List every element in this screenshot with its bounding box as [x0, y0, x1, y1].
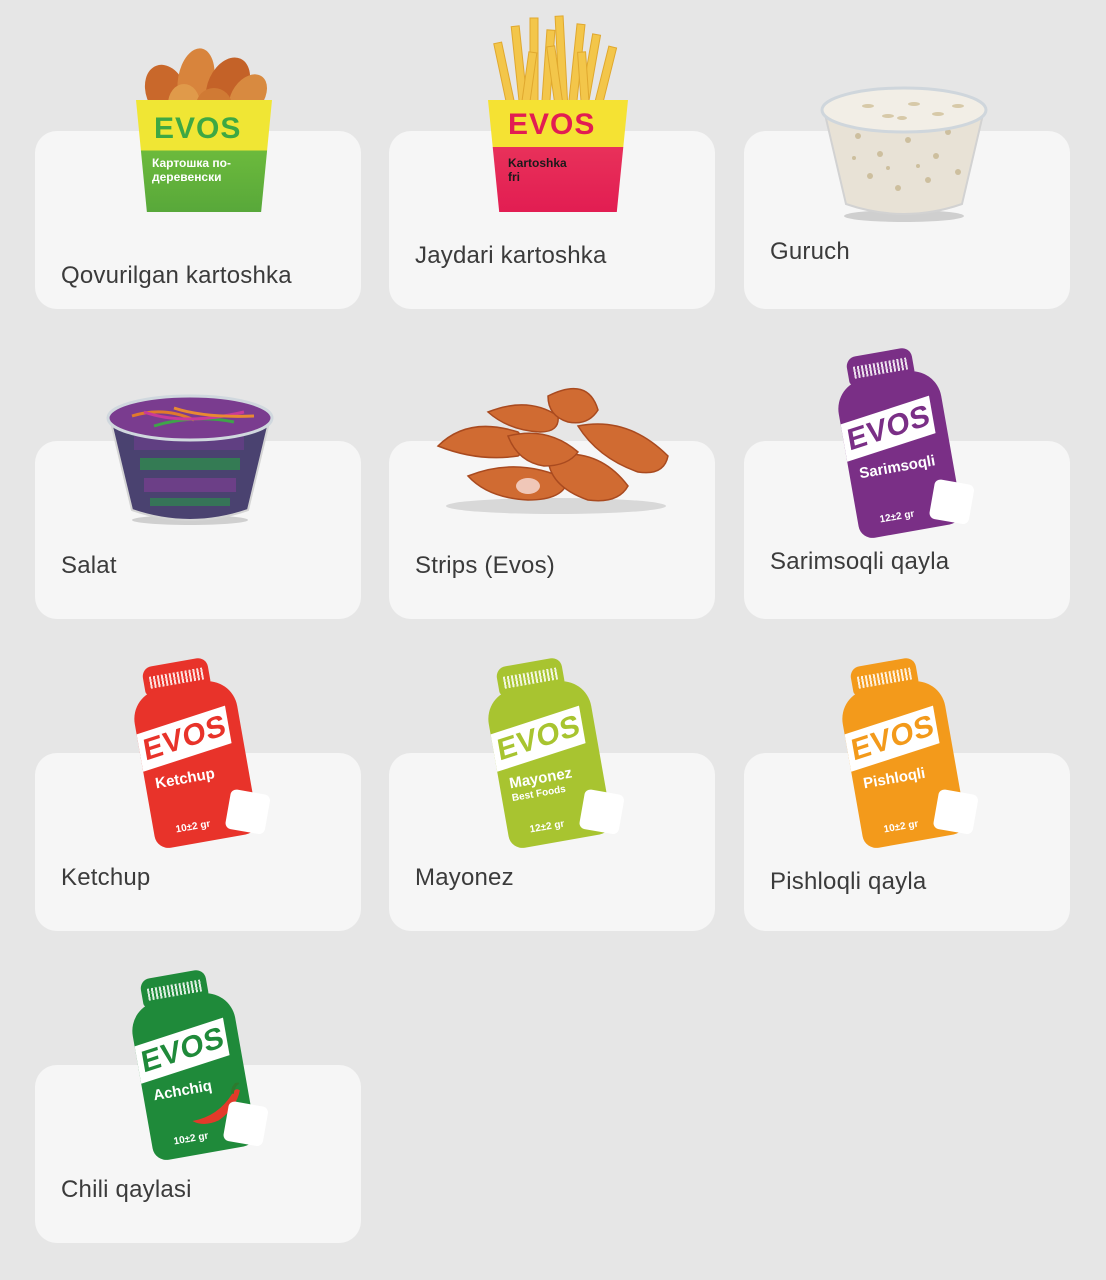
french-fries-image: EVOS Kartoshka fri	[488, 12, 628, 212]
mayonnaise-image: EVOS Mayonez Best Foods 12±2 gr	[483, 656, 625, 851]
garlic-bottle: EVOS Sarimsoqli 12±2 gr	[824, 341, 975, 545]
box-text: Картошка по-деревенски	[152, 156, 231, 184]
salad-bowl-icon	[106, 394, 274, 525]
box-brand: EVOS	[508, 108, 596, 141]
garlic-sauce-image: EVOS Sarimsoqli 12±2 gr	[833, 346, 975, 541]
chili-sauce-image: EVOS Achchiq 10±2 gr	[127, 968, 269, 1163]
rice-image	[818, 76, 990, 224]
fries-box: EVOS Kartoshka fri	[488, 100, 628, 212]
ketchup-image: EVOS Ketchup 10±2 gr	[129, 656, 271, 851]
ketchup-bottle: EVOS Ketchup 10±2 gr	[120, 651, 271, 855]
wedges-box: EVOS Картошка по-деревенски	[136, 100, 272, 212]
salad-image	[104, 386, 276, 526]
chicken-strips-icon	[436, 387, 669, 514]
box-brand: EVOS	[154, 112, 242, 145]
strips-image	[428, 376, 684, 516]
box-text: Kartoshka fri	[508, 156, 567, 184]
potato-wedges-image: EVOS Картошка по-деревенски	[136, 30, 272, 212]
mayo-bottle: EVOS Mayonez Best Foods 12±2 gr	[474, 651, 625, 855]
rice-bowl-icon	[820, 86, 988, 222]
cheese-bottle: EVOS Pishloqli 10±2 gr	[828, 651, 979, 855]
cheese-sauce-image: EVOS Pishloqli 10±2 gr	[837, 656, 979, 851]
chili-bottle: EVOS Achchiq 10±2 gr	[118, 963, 269, 1167]
